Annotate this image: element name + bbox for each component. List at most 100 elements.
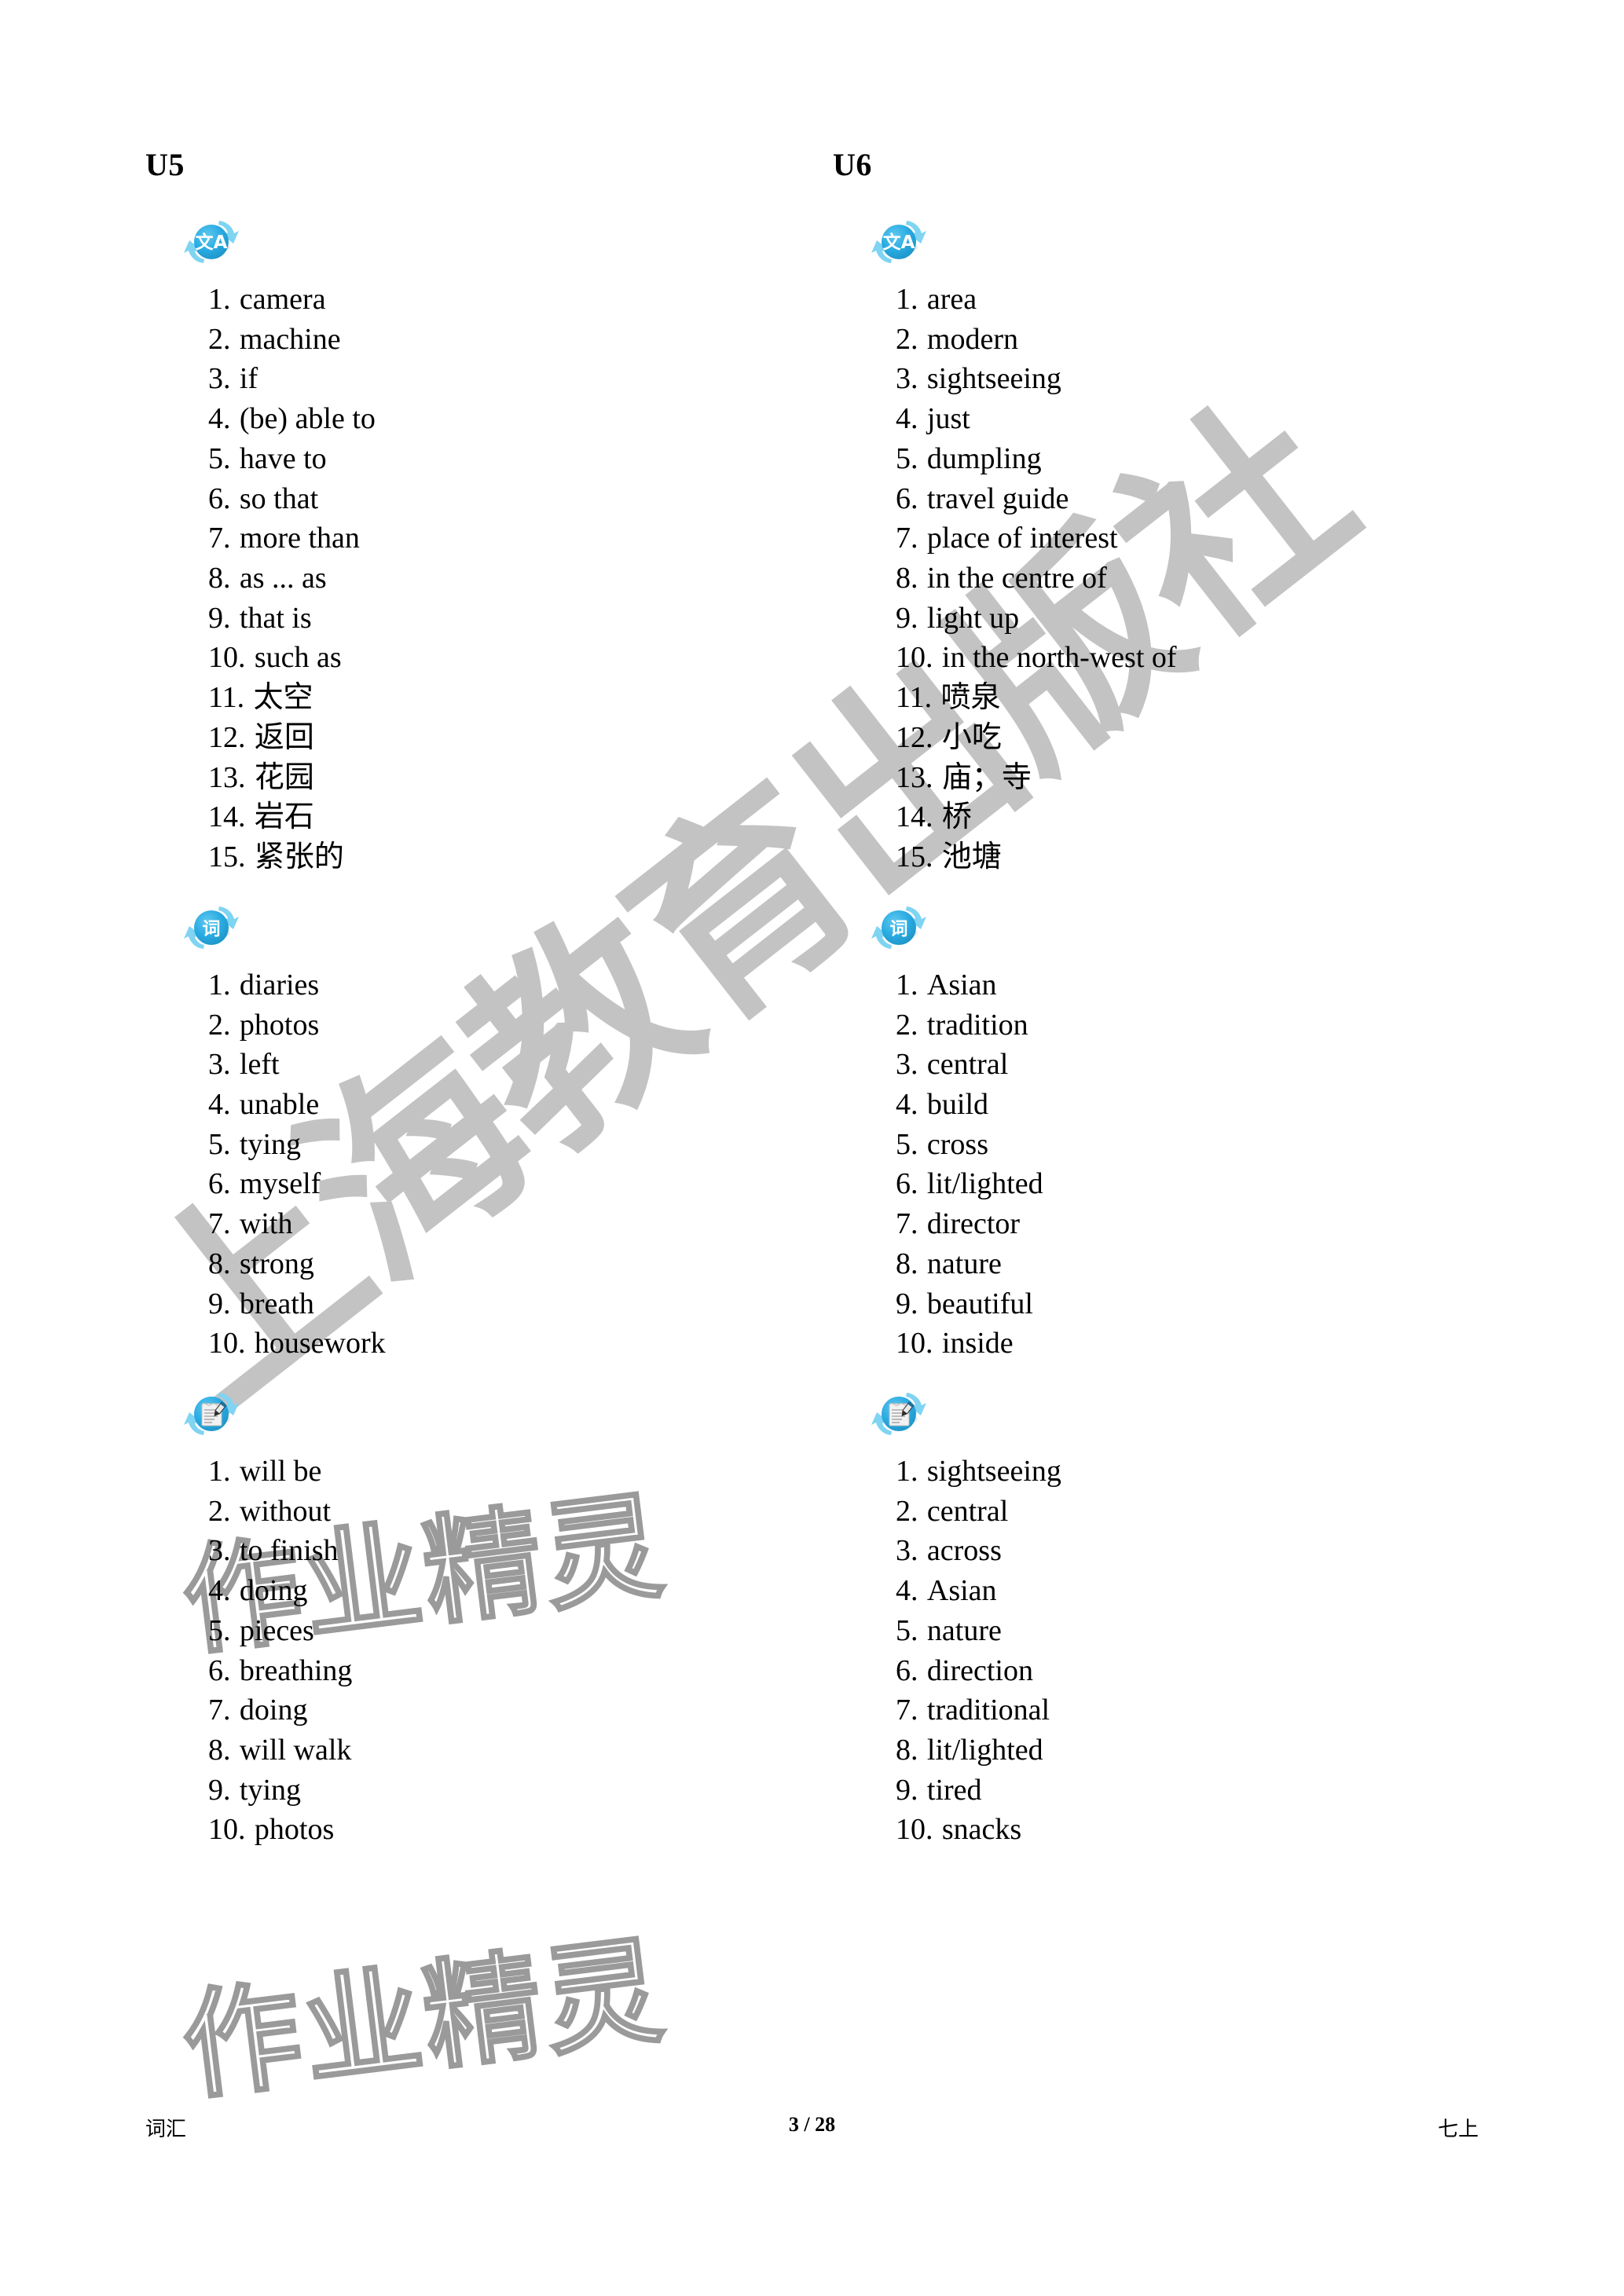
answer-text: that is xyxy=(239,601,312,635)
answer-item: 6. breathing xyxy=(208,1651,790,1691)
answer-item: 9. beautiful xyxy=(896,1284,1477,1324)
answer-text: camera xyxy=(239,283,326,316)
section-icon-row: 词 xyxy=(833,890,1477,965)
answer-number: 3. xyxy=(896,362,918,396)
answer-item: 12. 小吃 xyxy=(896,718,1477,758)
answer-number: 2. xyxy=(208,1008,231,1042)
answer-text: without xyxy=(239,1494,332,1528)
svg-text:文A: 文A xyxy=(196,232,228,253)
answer-list: 1. area 2. modern 3. sightseeing 4. just 5. dumpl… xyxy=(833,280,1477,877)
answer-text: tired xyxy=(926,1773,982,1807)
answer-item: 9. that is xyxy=(208,599,790,639)
answer-text: 池塘 xyxy=(941,840,1002,874)
answer-item: 6. so that xyxy=(208,479,790,519)
answer-item: 4. just xyxy=(896,399,1477,439)
unit-title-u5: U5 xyxy=(145,147,185,182)
answer-item: 14. 岩石 xyxy=(208,797,790,837)
answer-list: 1. diaries 2. photos 3. left 4. unable 5. tying 6.… xyxy=(145,965,790,1364)
answer-number: 4. xyxy=(208,1574,231,1608)
answer-text: if xyxy=(239,362,258,396)
answer-item: 4. unable xyxy=(208,1085,790,1125)
answer-item: 1. diaries xyxy=(208,965,790,1005)
answer-section: 词 1. diaries 2. photos 3. left 4. unable 5. tying… xyxy=(145,890,790,1364)
answer-text: will be xyxy=(239,1454,322,1488)
answer-item: 4. (be) able to xyxy=(208,399,790,439)
answer-item: 5. nature xyxy=(896,1611,1477,1651)
answer-item: 3. across xyxy=(896,1531,1477,1571)
answer-number: 1. xyxy=(896,1454,918,1488)
answer-number: 9. xyxy=(208,1287,231,1320)
answer-section: 词 1. Asian 2. tradition 3. central 4. build 5. cr… xyxy=(833,890,1477,1364)
answer-text: in the centre of xyxy=(926,562,1107,595)
footer-subject: 词汇 xyxy=(145,2118,187,2140)
answer-section: 1. sightseeing 2. central 3. across 4. Asian 5. n… xyxy=(833,1376,1477,1850)
answer-item: 1. sightseeing xyxy=(896,1452,1477,1492)
answer-text: 喷泉 xyxy=(940,681,1001,715)
answer-text: 返回 xyxy=(254,720,314,754)
answer-number: 9. xyxy=(896,1773,918,1807)
answer-number: 2. xyxy=(896,1008,918,1042)
translate-icon: 文A xyxy=(866,211,932,273)
answer-text: light up xyxy=(926,601,1020,635)
answer-number: 1. xyxy=(208,968,231,1002)
answer-item: 5. tying xyxy=(208,1125,790,1165)
answer-item: 7. director xyxy=(896,1204,1477,1244)
answer-text: build xyxy=(926,1087,989,1121)
answer-number: 5. xyxy=(896,1127,918,1161)
answer-text: in the north-west of xyxy=(941,641,1177,675)
answer-item: 8. as ... as xyxy=(208,558,790,599)
answer-number: 3. xyxy=(208,1048,231,1082)
answer-number: 9. xyxy=(208,1773,231,1807)
answer-item: 4. doing xyxy=(208,1571,790,1611)
answer-item: 8. will walk xyxy=(208,1730,790,1771)
answer-number: 1. xyxy=(208,283,231,316)
answer-item: 7. with xyxy=(208,1204,790,1244)
answer-section: 文A 1. area 2. modern 3. sightseeing 4. just 5. du… xyxy=(833,204,1477,877)
answer-number: 13. xyxy=(208,760,246,794)
page-content: U5 文A 1. camera 2. machine 3. if 4. (be) able t… xyxy=(0,0,1624,2296)
answer-number: 11. xyxy=(208,681,245,715)
page-footer: 词汇 3 / 28 七上 xyxy=(145,2113,1479,2144)
answer-number: 15. xyxy=(208,840,246,874)
answer-number: 7. xyxy=(208,1694,231,1727)
answer-text: tying xyxy=(239,1127,302,1161)
answer-item: 10. snacks xyxy=(896,1810,1477,1850)
answer-number: 2. xyxy=(896,322,918,356)
answer-text: as ... as xyxy=(239,562,327,595)
answer-text: photos xyxy=(239,1008,320,1042)
answer-number: 4. xyxy=(208,402,231,436)
section-icon-row xyxy=(145,1376,790,1452)
answer-number: 10. xyxy=(208,1813,246,1847)
document-page: 上海教育出版社 作业精灵 作业精灵 U5 文A 1. camera 2. machin… xyxy=(0,0,1624,2296)
answer-text: lit/lighted xyxy=(926,1734,1043,1767)
answer-text: doing xyxy=(239,1574,308,1608)
answer-text: 庙；寺 xyxy=(941,760,1032,794)
answer-text: unable xyxy=(239,1087,320,1121)
answer-text: sightseeing xyxy=(926,1454,1061,1488)
answer-text: inside xyxy=(941,1327,1014,1360)
answer-text: director xyxy=(926,1207,1021,1241)
answer-number: 9. xyxy=(896,601,918,635)
answer-text: 太空 xyxy=(253,681,313,715)
answer-number: 3. xyxy=(208,362,231,396)
answer-text: have to xyxy=(239,441,327,475)
answer-item: 5. have to xyxy=(208,439,790,479)
answer-text: so that xyxy=(239,482,319,515)
answer-number: 4. xyxy=(208,1087,231,1121)
answer-list: 1. Asian 2. tradition 3. central 4. build 5. cros… xyxy=(833,965,1477,1364)
answer-number: 10. xyxy=(896,1813,933,1847)
answer-item: 6. lit/lighted xyxy=(896,1164,1477,1204)
section-icon-row: 词 xyxy=(145,890,790,965)
answer-number: 4. xyxy=(896,1574,918,1608)
answer-text: housework xyxy=(254,1327,386,1360)
answer-item: 3. central xyxy=(896,1045,1477,1085)
answer-number: 7. xyxy=(208,1207,231,1241)
answer-number: 1. xyxy=(208,1454,231,1488)
answer-number: 12. xyxy=(208,720,246,754)
answer-item: 2. central xyxy=(896,1492,1477,1532)
answer-text: direction xyxy=(926,1653,1033,1687)
answer-item: 2. modern xyxy=(896,320,1477,360)
answer-text: (be) able to xyxy=(239,402,376,436)
answer-item: 1. area xyxy=(896,280,1477,320)
answer-item: 9. breath xyxy=(208,1284,790,1324)
